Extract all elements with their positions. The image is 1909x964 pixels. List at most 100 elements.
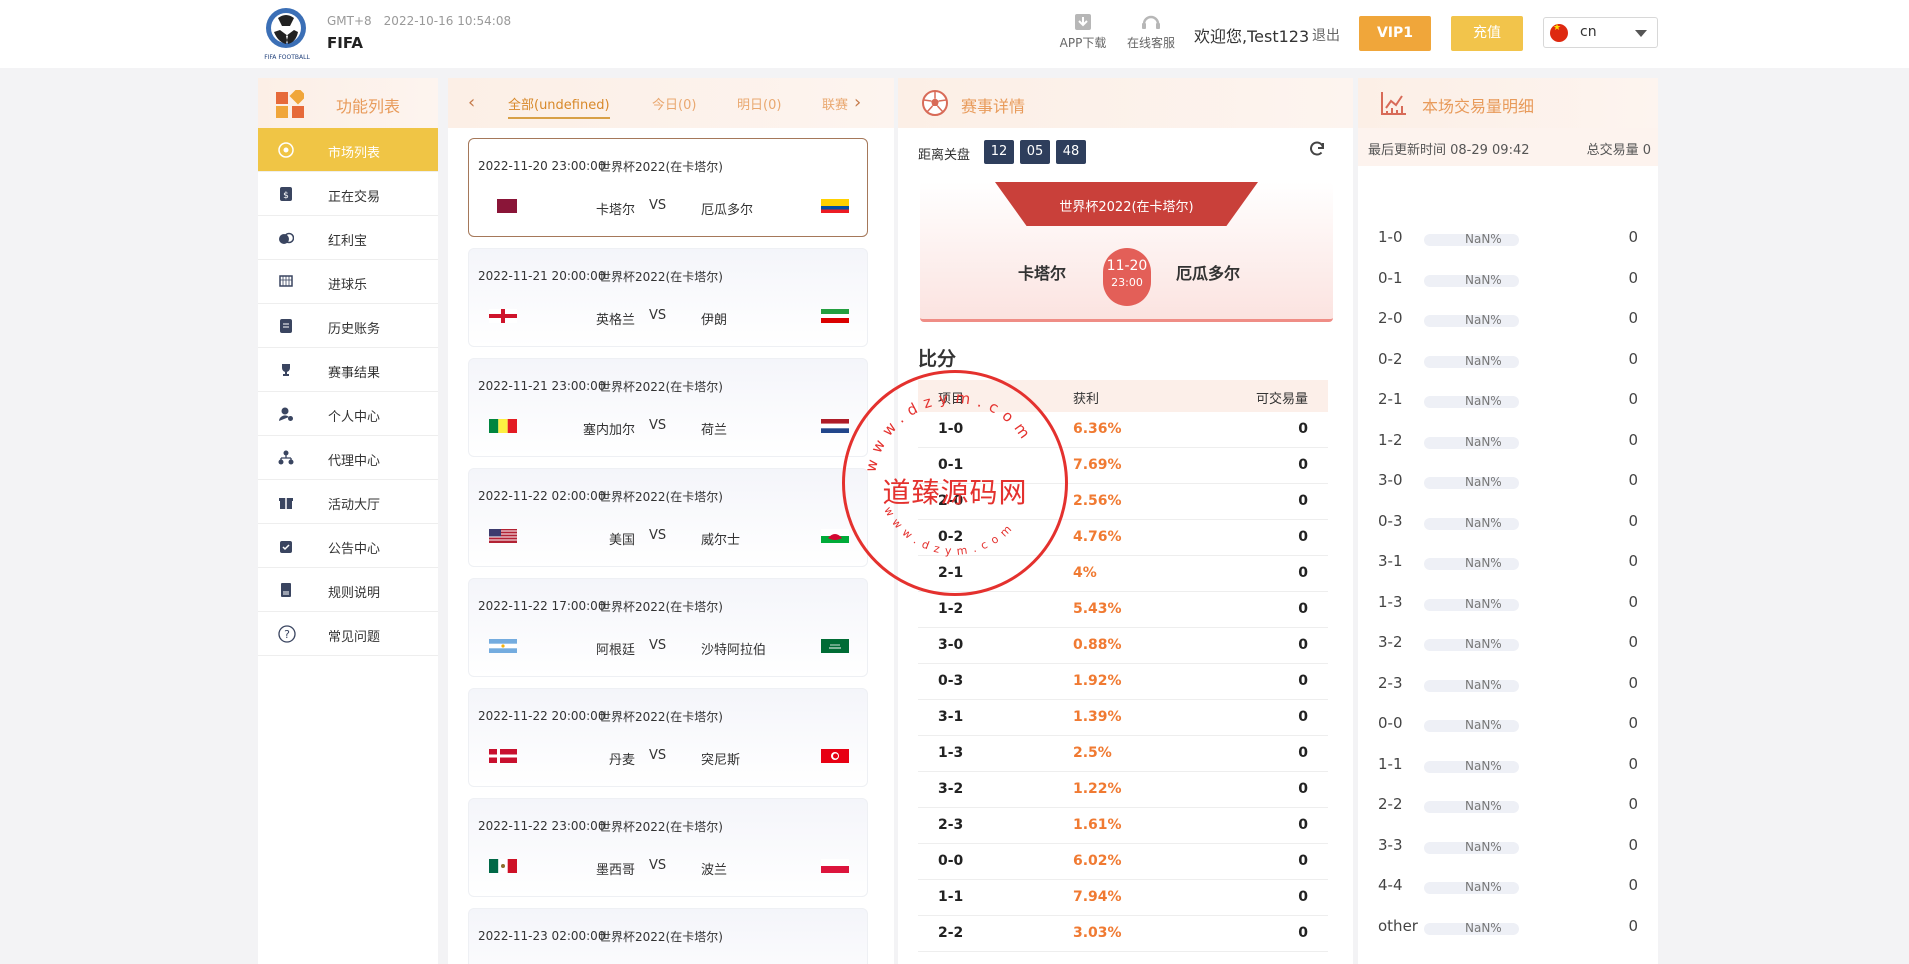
logo-text: FIFA FOOTBALL <box>264 54 310 61</box>
badge-hour: 23:00 <box>1111 276 1143 289</box>
chevron-down-icon <box>1635 30 1647 37</box>
sidebar-menu: 市场列表 $ 正在交易 红利宝 进球乐 历史账务 赛事结果 个人中心 代理中心 <box>258 128 438 656</box>
score-label: 1-0 <box>1378 228 1403 246</box>
sidebar-item-bonus[interactable]: 红利宝 <box>258 216 438 260</box>
refresh-icon[interactable] <box>1308 140 1326 158</box>
score-label: 2-2 <box>1378 795 1403 813</box>
trophy-icon <box>282 364 290 376</box>
sidebar-item-history[interactable]: 历史账务 <box>258 304 438 348</box>
table-row[interactable]: 1-3 2.5% 0 <box>918 736 1328 772</box>
score-cell: 0-2 <box>938 529 964 545</box>
table-row[interactable]: 2-0 2.56% 0 <box>918 484 1328 520</box>
table-row[interactable]: 0-1 7.69% 0 <box>918 448 1328 484</box>
volume-value: 0 <box>1628 430 1638 449</box>
home-team: 丹麦 <box>608 753 635 768</box>
banner-home-team: 卡塔尔 <box>1017 264 1066 283</box>
table-row[interactable]: 0-2 4.76% 0 <box>918 520 1328 556</box>
match-card[interactable]: 2022-11-22 20:00:00 世界杯2022(在卡塔尔) 丹麦 VS … <box>468 688 868 787</box>
server-time: 2022-10-16 10:54:08 <box>383 14 512 28</box>
percent-label: NaN% <box>1465 272 1502 287</box>
volume-value: 0 <box>1628 309 1638 327</box>
tab-today[interactable]: 今日(0) <box>652 94 696 113</box>
list-item: 2-3 NaN% 0 <box>1358 664 1658 704</box>
score-cell: 3-0 <box>938 637 964 653</box>
app-download-link[interactable]: APP下载 <box>1052 12 1114 51</box>
match-league: 世界杯2022(在卡塔尔) <box>599 710 723 724</box>
match-time: 2022-11-21 23:00:00 <box>478 379 606 393</box>
logout-link[interactable]: 退出 <box>1312 25 1340 45</box>
profit-cell: 3.03% <box>1073 925 1122 941</box>
sidebar-item-label: 赛事结果 <box>328 366 381 381</box>
table-row[interactable]: 0-3 1.92% 0 <box>918 664 1328 700</box>
score-label: other <box>1378 916 1418 935</box>
volume-value: 0 <box>1628 876 1638 894</box>
sidebar-item-label: 正在交易 <box>328 190 381 205</box>
sidebar-item-trading[interactable]: $ 正在交易 <box>258 172 438 216</box>
table-row[interactable]: 2-3 1.61% 0 <box>918 808 1328 844</box>
sidebar-item-rules[interactable]: 规则说明 <box>258 568 438 612</box>
sidebar-item-goal[interactable]: 进球乐 <box>258 260 438 304</box>
match-league: 世界杯2022(在卡塔尔) <box>599 820 723 834</box>
score-cell: 3-1 <box>938 709 964 725</box>
match-league: 世界杯2022(在卡塔尔) <box>599 270 723 284</box>
match-card[interactable]: 2022-11-22 23:00:00 世界杯2022(在卡塔尔) 墨西哥 VS… <box>468 798 868 897</box>
sidebar-item-agent[interactable]: 代理中心 <box>258 436 438 480</box>
sidebar-item-notices[interactable]: 公告中心 <box>258 524 438 568</box>
sidebar-item-results[interactable]: 赛事结果 <box>258 348 438 392</box>
vs-label: VS <box>649 748 667 763</box>
tab-all[interactable]: 全部(undefined) <box>508 94 610 119</box>
match-card[interactable]: 2022-11-20 23:00:00 世界杯2022(在卡塔尔) 卡塔尔 VS… <box>468 138 868 237</box>
score-cell: 2-3 <box>938 817 964 833</box>
sidebar-item-label: 公告中心 <box>328 542 381 557</box>
table-row[interactable]: 2-2 3.03% 0 <box>918 916 1328 952</box>
vip-button[interactable]: VIP1 <box>1359 16 1431 51</box>
banner-away-team: 厄瓜多尔 <box>1176 264 1241 283</box>
match-card[interactable]: 2022-11-22 02:00:00 世界杯2022(在卡塔尔) 美国 VS … <box>468 468 868 567</box>
match-league: 世界杯2022(在卡塔尔) <box>599 600 723 614</box>
table-row[interactable]: 1-2 5.43% 0 <box>918 592 1328 628</box>
match-card[interactable]: 2022-11-21 23:00:00 世界杯2022(在卡塔尔) 塞内加尔 V… <box>468 358 868 457</box>
sidebar-item-activities[interactable]: 活动大厅 <box>258 480 438 524</box>
user-gear-icon <box>279 407 293 421</box>
percent-label: NaN% <box>1465 677 1502 692</box>
list-item: 2-1 NaN% 0 <box>1358 380 1658 420</box>
tab-tomorrow[interactable]: 明日(0) <box>737 94 781 113</box>
volume-summary: 最后更新时间 08-29 09:42 总交易量 0 <box>1358 128 1658 166</box>
table-row[interactable]: 3-0 0.88% 0 <box>918 628 1328 664</box>
grid-blocks-icon <box>276 90 304 118</box>
site-title: FIFA <box>327 34 363 52</box>
sidebar-item-faq[interactable]: ? 常见问题 <box>258 612 438 656</box>
table-row[interactable]: 3-1 1.39% 0 <box>918 700 1328 736</box>
match-time: 2022-11-21 20:00:00 <box>478 269 606 283</box>
volume-cell: 0 <box>1298 817 1308 833</box>
table-row[interactable]: 1-0 6.36% 0 <box>918 412 1328 448</box>
match-card[interactable]: 2022-11-22 17:00:00 世界杯2022(在卡塔尔) 阿根廷 VS… <box>468 578 868 677</box>
sidebar-item-label: 规则说明 <box>328 586 381 601</box>
percent-label: NaN% <box>1465 232 1502 246</box>
percent-label: NaN% <box>1465 839 1502 854</box>
sidebar-item-personal[interactable]: 个人中心 <box>258 392 438 436</box>
language-select[interactable]: cn <box>1543 17 1658 48</box>
list-item: 0-0 NaN% 0 <box>1358 704 1658 744</box>
fifa-football-logo[interactable]: FIFA FOOTBALL <box>256 4 318 62</box>
away-team: 荷兰 <box>701 423 728 438</box>
percent-label: NaN% <box>1465 313 1502 327</box>
list-item: other NaN% 0 <box>1358 907 1658 947</box>
tab-league[interactable]: 联赛 <box>822 94 848 113</box>
chevron-right-icon[interactable]: › <box>854 92 861 113</box>
org-chart-icon <box>278 450 294 465</box>
vs-label: VS <box>649 528 667 543</box>
sidebar-item-market-list[interactable]: 市场列表 <box>258 128 438 172</box>
recharge-button[interactable]: 充值 <box>1451 16 1523 51</box>
table-row[interactable]: 1-1 7.94% 0 <box>918 880 1328 916</box>
table-row[interactable]: 2-1 4% 0 <box>918 556 1328 592</box>
match-card[interactable]: 2022-11-23 02:00:00 世界杯2022(在卡塔尔) <box>468 908 868 964</box>
score-section-title: 比分 <box>918 348 957 370</box>
away-team: 伊朗 <box>701 313 728 328</box>
table-row[interactable]: 3-2 1.22% 0 <box>918 772 1328 808</box>
chevron-left-icon[interactable]: ‹ <box>468 92 475 113</box>
function-sidebar: 功能列表 市场列表 $ 正在交易 红利宝 进球乐 历史账务 赛事结果 个人中心 <box>258 78 438 964</box>
match-card[interactable]: 2022-11-21 20:00:00 世界杯2022(在卡塔尔) 英格兰 VS… <box>468 248 868 347</box>
online-service-link[interactable]: 在线客服 <box>1120 12 1182 51</box>
table-row[interactable]: 0-0 6.02% 0 <box>918 844 1328 880</box>
